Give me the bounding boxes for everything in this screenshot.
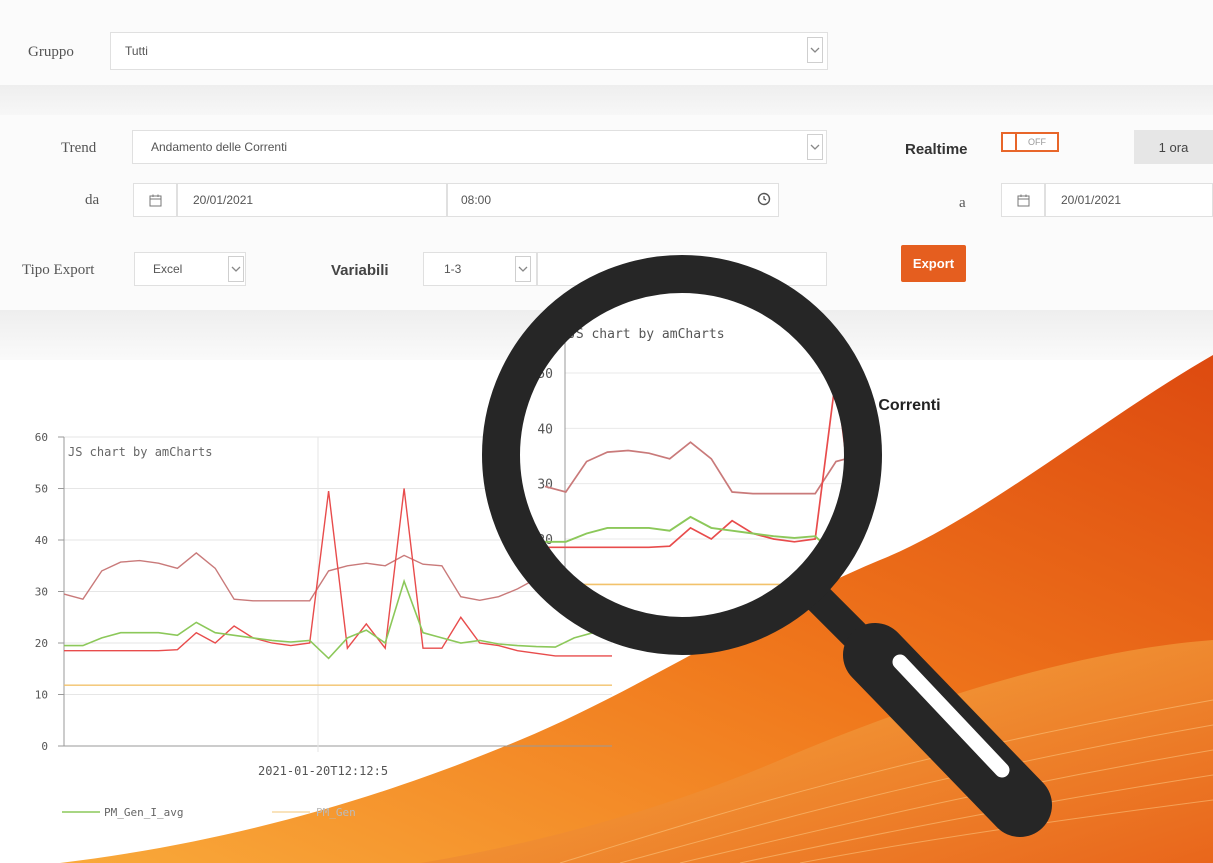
magnifier-handle — [800, 580, 1052, 837]
zoom-y-tick-label: 40 — [537, 422, 553, 437]
y-tick-label: 10 — [35, 689, 48, 702]
y-tick-label: 40 — [35, 534, 48, 547]
x-tick-label: 2021-01-20T12:12:5 — [258, 764, 388, 778]
zoom-chart-credit: JS chart by amCharts — [568, 327, 725, 342]
y-tick-label: 60 — [35, 431, 48, 444]
y-tick-label: 50 — [35, 483, 48, 496]
zoom-y-tick-label: 30 — [537, 478, 553, 493]
chart-credit: JS chart by amCharts — [68, 445, 213, 459]
legend-label: PM_Gen — [316, 806, 356, 819]
magnifier-icon: 20304050JS chart by amCharts — [482, 255, 1052, 837]
legend-label: PM_Gen_I_avg — [104, 806, 183, 819]
y-tick-label: 0 — [41, 740, 48, 753]
y-tick-label: 30 — [35, 586, 48, 599]
y-tick-label: 20 — [35, 637, 48, 650]
